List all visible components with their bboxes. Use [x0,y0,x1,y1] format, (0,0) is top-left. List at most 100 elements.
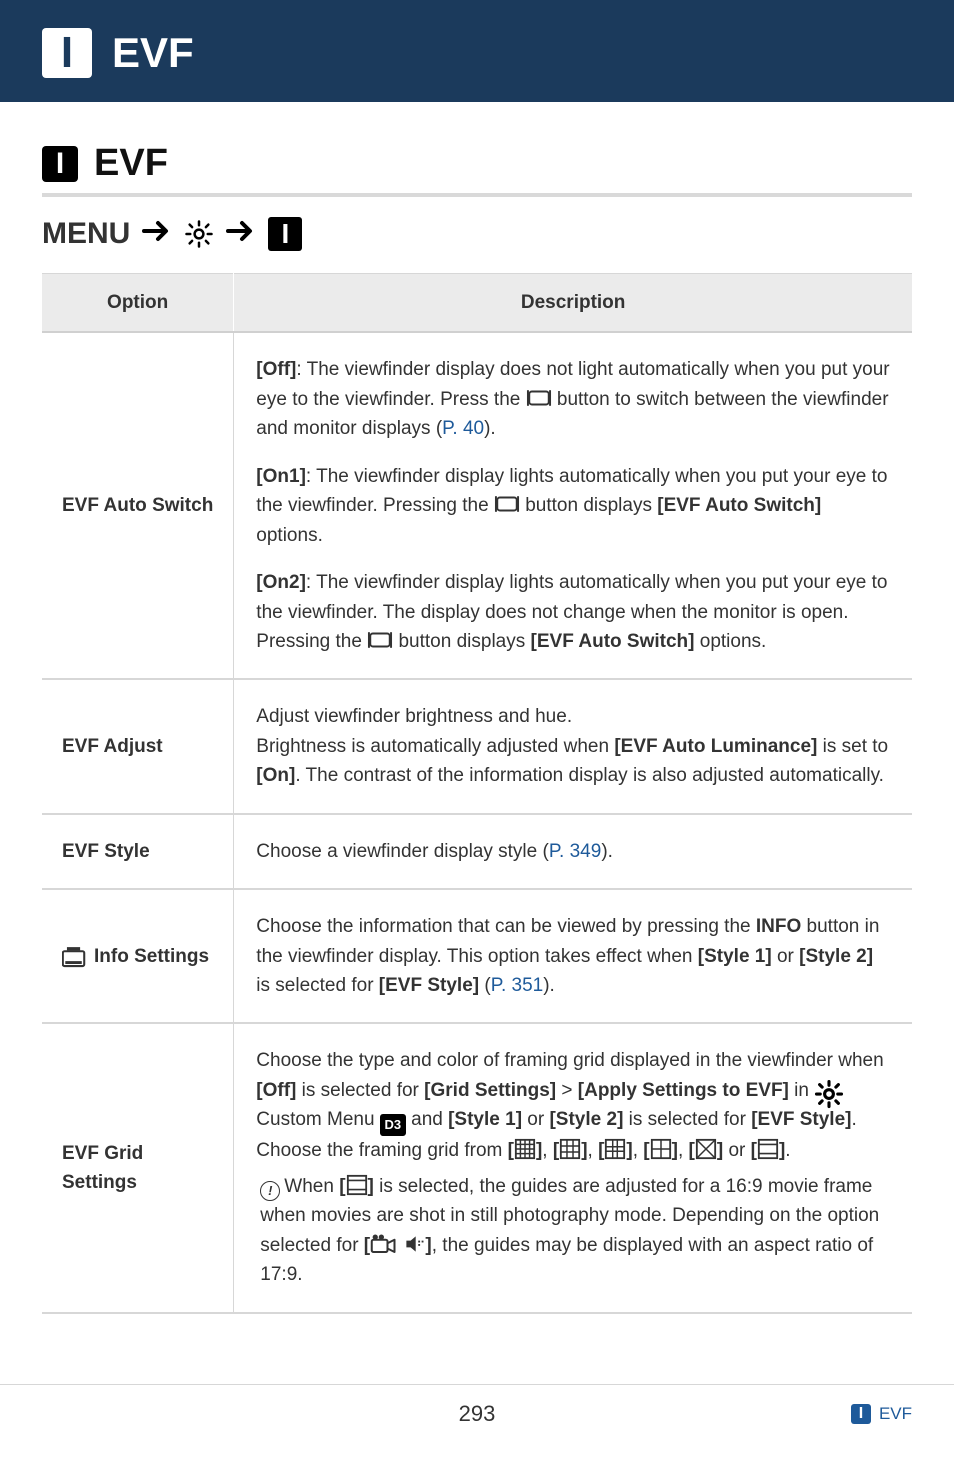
text: Choose the information that can be viewe… [256,916,756,937]
option-name: EVF Adjust [42,679,234,813]
text: options. [694,631,766,652]
section-title: EVF [94,142,168,185]
text: , [542,1140,553,1161]
option-description: [Off]: The viewfinder display does not l… [234,332,912,679]
heading-rule [42,193,912,197]
bold-text: INFO [756,916,801,937]
bold-text: [EVF Auto Switch] [657,495,821,516]
page-footer: 293 I EVF [0,1384,954,1457]
grid-3x3-icon [559,1138,581,1160]
text: in [789,1080,814,1101]
section-i-badge: I [42,146,78,182]
text: options. [256,525,323,546]
evf-info-icon [62,946,90,968]
table-row: EVF Grid Settings Choose the type and co… [42,1023,912,1312]
text: ). [601,841,613,862]
option-label-line2: Settings [62,1168,213,1197]
link-p349[interactable]: P. 349 [549,841,601,862]
gear-icon [184,219,214,249]
grid-movie-frame-ref: [] [339,1176,374,1197]
text: button displays [393,631,530,652]
bold-text: [Off] [256,1080,296,1101]
grid-option-5: [] [689,1140,724,1161]
evf-button-icon [526,388,552,408]
note-icon: ! [260,1181,280,1201]
menu-label: MENU [42,217,130,251]
text: is selected for [256,975,379,996]
bold-text: [EVF Auto Luminance] [614,736,817,757]
option-description: Adjust viewfinder brightness and hue. Br… [234,679,912,813]
footer-i-badge: I [851,1404,871,1424]
label-off: [Off] [256,359,296,380]
table-header-description: Description [234,274,912,333]
evf-button-icon [494,494,520,514]
grid-option-6: [] [751,1140,786,1161]
bold-text: [Style 1] [448,1109,522,1130]
footer-breadcrumb[interactable]: I EVF [851,1404,912,1424]
link-p40[interactable]: P. 40 [442,418,484,439]
page-banner: I EVF [0,0,954,102]
movie-quality-ref: [ ] [364,1235,432,1256]
grid-option-2: [] [553,1140,588,1161]
evf-button-icon [367,630,393,650]
bold-text: [Style 1] [698,946,772,967]
grid-diagonal-icon [695,1138,717,1160]
text: is selected for [296,1080,424,1101]
text: button displays [520,495,657,516]
option-name: EVF Auto Switch [42,332,234,679]
grid-option-3: [] [598,1140,633,1161]
text: Adjust viewfinder brightness and hue. [256,706,572,727]
option-name: EVF Grid Settings [42,1023,234,1312]
text: or [522,1109,549,1130]
text: or [723,1140,750,1161]
bold-text: [Style 2] [549,1109,623,1130]
gear-icon [814,1079,834,1099]
grid-4x4-icon [514,1138,536,1160]
bold-text: [Grid Settings] [424,1080,556,1101]
grid-movie-frame-icon [757,1138,779,1160]
grid-golden-icon [604,1138,626,1160]
grid-option-4: [] [643,1140,678,1161]
page-number: 293 [459,1401,496,1427]
quality-icon [403,1233,425,1255]
option-name: EVF Style [42,814,234,889]
option-name: Info Settings [42,889,234,1023]
option-label-line1: EVF Grid [62,1139,213,1168]
grid-option-1: [] [508,1140,543,1161]
text: ). [543,975,555,996]
text: . [785,1140,790,1161]
text: , [633,1140,644,1161]
text: ). [484,418,496,439]
menu-path: MENU I [42,217,912,251]
text: is selected for [623,1109,751,1130]
text: Choose the type and color of framing gri… [256,1050,883,1071]
bold-text: [Apply Settings to EVF] [578,1080,789,1101]
menu-i-badge: I [268,217,302,251]
text: > [556,1080,578,1101]
bold-text: [Style 2] [799,946,873,967]
option-description: Choose a viewfinder display style (P. 34… [234,814,912,889]
label-on1: [On1] [256,466,306,487]
bold-text: [EVF Style] [379,975,479,996]
bold-text: [EVF Auto Switch] [531,631,695,652]
label-on2: [On2] [256,572,306,593]
link-p351[interactable]: P. 351 [491,975,543,996]
arrow-icon [226,217,256,251]
text: , [678,1140,689,1161]
grid-movie-frame-icon [346,1174,368,1196]
table-row: EVF Auto Switch [Off]: The viewfinder di… [42,332,912,679]
bold-text: [EVF Style] [751,1109,851,1130]
text: is set to [817,736,888,757]
section-heading: I EVF [42,142,912,185]
text: Choose a viewfinder display style ( [256,841,549,862]
footer-crumb-text: EVF [879,1404,912,1424]
text: ( [479,975,491,996]
table-row: EVF Style Choose a viewfinder display st… [42,814,912,889]
bold-text: [On] [256,765,295,786]
table-row: Info Settings Choose the information tha… [42,889,912,1023]
table-row: EVF Adjust Adjust viewfinder brightness … [42,679,912,813]
text: Brightness is automatically adjusted whe… [256,736,614,757]
table-header-option: Option [42,274,234,333]
arrow-icon [142,217,172,251]
text: When [284,1176,339,1197]
